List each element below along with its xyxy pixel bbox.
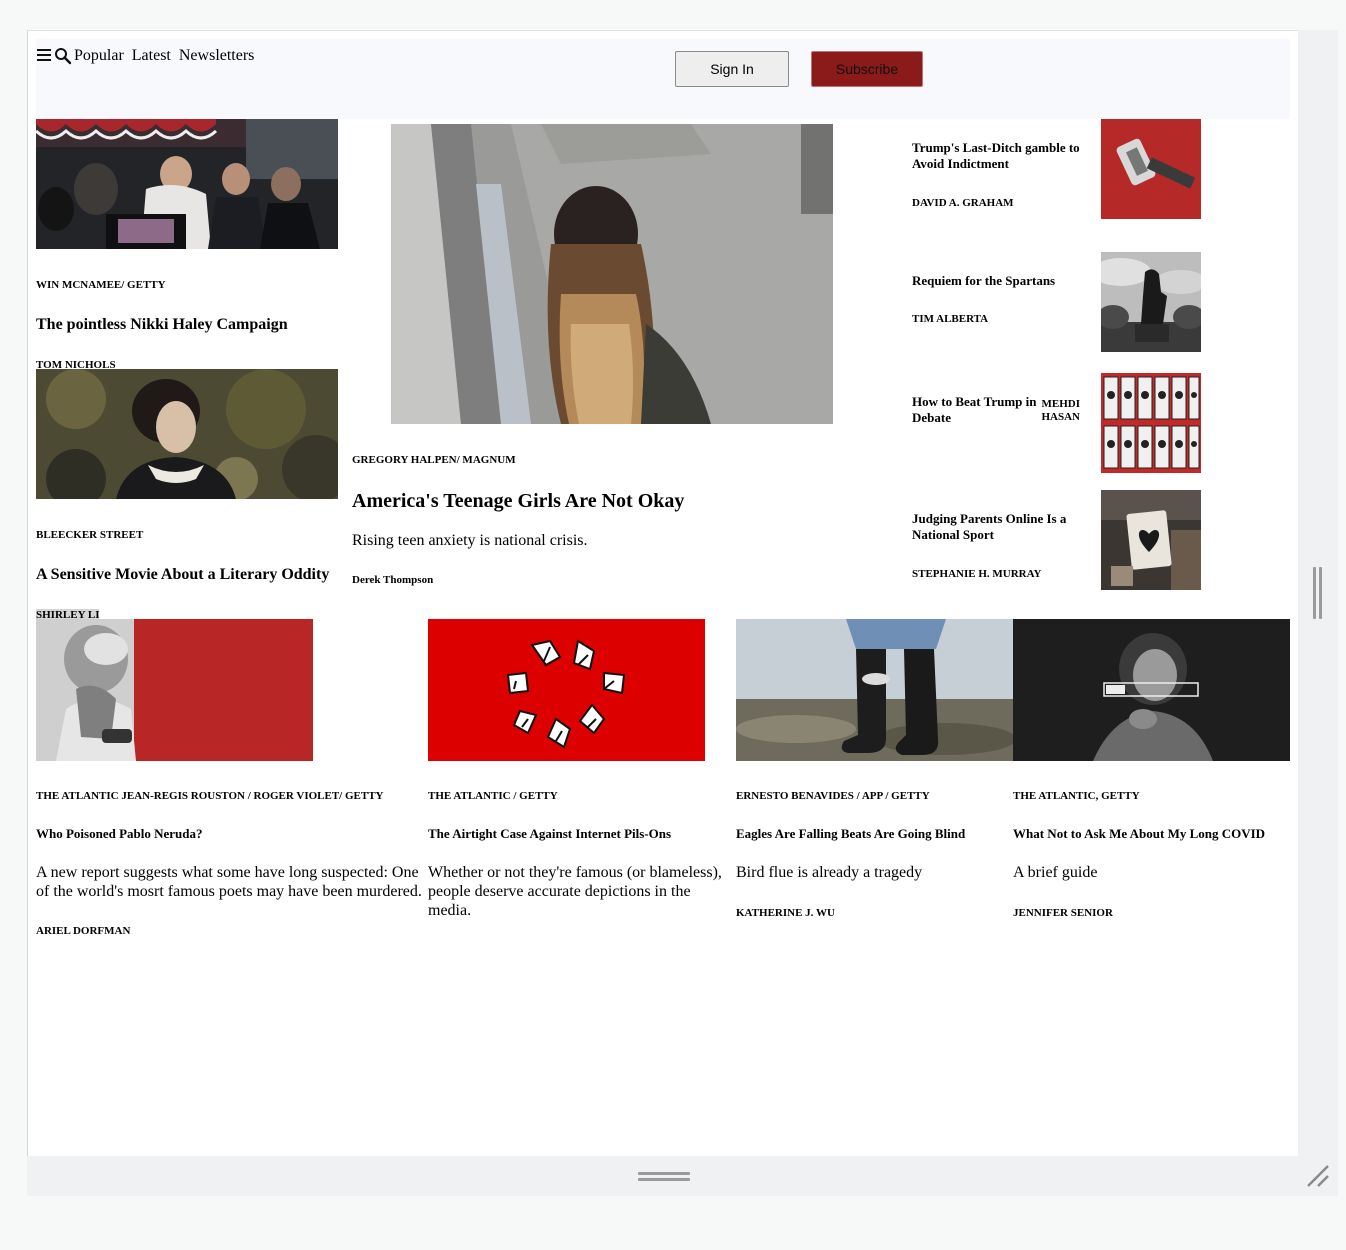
headline-link[interactable]: Judging Parents Online Is a National Spo… bbox=[912, 511, 1092, 543]
story-dek: A new report suggests what some have lon… bbox=[36, 864, 422, 900]
story-card-pile-ons[interactable]: THE ATLANTIC / GETTY The Airtight Case A… bbox=[428, 619, 728, 949]
nav-link-latest[interactable]: Latest bbox=[132, 47, 171, 64]
author-byline[interactable]: KATHERINE J. WU bbox=[736, 907, 835, 919]
headline-link[interactable]: Eagles Are Falling Beats Are Going Blind bbox=[736, 826, 965, 842]
nav-links: Popular Latest Newsletters bbox=[74, 47, 258, 65]
story-card-haley[interactable]: WIN MCNAMEE/ GETTY The pointless Nikki H… bbox=[36, 119, 338, 371]
headline-link[interactable]: Requiem for the Spartans bbox=[912, 273, 1092, 289]
site-header: Popular Latest Newsletters Sign In Subsc… bbox=[36, 39, 1290, 119]
sign-in-button[interactable]: Sign In bbox=[675, 51, 789, 87]
campaign-crowd-photo[interactable] bbox=[36, 119, 338, 249]
headline-link[interactable]: Who Poisoned Pablo Neruda? bbox=[36, 826, 203, 842]
image-credit: THE ATLANTIC JEAN-REGIS ROUSTON / ROGER … bbox=[36, 790, 384, 802]
story-dek: Bird flue is already a tragedy bbox=[736, 864, 923, 881]
author-byline[interactable]: STEPHANIE H. MURRAY bbox=[912, 568, 1041, 580]
vertical-resize-handle[interactable] bbox=[1313, 567, 1323, 619]
story-card-spartans[interactable]: Requiem for the Spartans TIM ALBERTA bbox=[912, 252, 1212, 352]
author-byline[interactable]: ARIEL DORFMAN bbox=[36, 925, 130, 937]
story-card-literary-movie[interactable]: BLEECKER STREET A Sensitive Movie About … bbox=[36, 369, 338, 621]
headline-link[interactable]: What Not to Ask Me About My Long COVID bbox=[1013, 826, 1265, 842]
rubber-boots-photo[interactable] bbox=[736, 619, 1013, 761]
teenage-girl-photo[interactable] bbox=[391, 124, 833, 424]
story-card-long-covid[interactable]: THE ATLANTIC, GETTY What Not to Ask Me A… bbox=[1013, 619, 1290, 949]
corner-resize-handle[interactable] bbox=[1302, 1160, 1334, 1192]
author-byline[interactable]: DAVID A. GRAHAM bbox=[912, 197, 1014, 209]
period-drama-woman-photo[interactable] bbox=[36, 369, 338, 499]
image-credit: BLEECKER STREET bbox=[36, 529, 144, 541]
subscribe-button[interactable]: Subscribe bbox=[811, 51, 923, 87]
image-credit: ERNESTO BENAVIDES / APP / GETTY bbox=[736, 790, 930, 802]
story-dek: Whether or not they're famous (or blamel… bbox=[428, 864, 722, 919]
heart-card-photo[interactable] bbox=[1101, 490, 1201, 590]
headline-link[interactable]: The pointless Nikki Haley Campaign bbox=[36, 316, 288, 334]
story-card-debate[interactable]: How to Beat Trump in Debate MEHDI HASAN bbox=[912, 373, 1212, 473]
feature-story-card[interactable]: GREGORY HALPEN/ MAGNUM America's Teenage… bbox=[352, 124, 872, 594]
spartan-statue-photo[interactable] bbox=[1101, 252, 1201, 352]
headline-link[interactable]: The Airtight Case Against Internet Pils-… bbox=[428, 826, 671, 842]
headline-link[interactable]: America's Teenage Girls Are Not Okay bbox=[352, 490, 684, 513]
image-credit: THE ATLANTIC / GETTY bbox=[428, 790, 558, 802]
image-credit: GREGORY HALPEN/ MAGNUM bbox=[352, 454, 516, 466]
headline-link[interactable]: Trump's Last-Ditch gamble to Avoid Indic… bbox=[912, 140, 1092, 172]
author-byline[interactable]: Derek Thompson bbox=[352, 574, 433, 586]
nav-link-newsletters[interactable]: Newsletters bbox=[179, 47, 255, 64]
story-dek: Rising teen anxiety is national crisis. bbox=[352, 532, 588, 549]
browser-viewport: Popular Latest Newsletters Sign In Subsc… bbox=[27, 30, 1299, 1157]
neruda-portrait-photo[interactable] bbox=[36, 619, 313, 761]
gavel-illustration[interactable] bbox=[1101, 119, 1201, 219]
image-credit: WIN MCNAMEE/ GETTY bbox=[36, 279, 166, 291]
search-icon[interactable] bbox=[54, 47, 72, 65]
author-byline[interactable]: MEHDI HASAN bbox=[1038, 398, 1080, 424]
nav-link-popular[interactable]: Popular bbox=[74, 47, 124, 64]
story-dek: A brief guide bbox=[1013, 864, 1098, 881]
loading-bar-woman-photo[interactable] bbox=[1013, 619, 1290, 761]
horizontal-resize-handle[interactable] bbox=[638, 1172, 690, 1184]
image-credit: THE ATLANTIC, GETTY bbox=[1013, 790, 1140, 802]
author-byline[interactable]: JENNIFER SENIOR bbox=[1013, 907, 1113, 919]
story-card-bird-flu[interactable]: ERNESTO BENAVIDES / APP / GETTY Eagles A… bbox=[736, 619, 1013, 949]
menu-icon[interactable] bbox=[37, 49, 51, 61]
story-card-trump-indictment[interactable]: Trump's Last-Ditch gamble to Avoid Indic… bbox=[912, 119, 1212, 219]
playing-cards-illustration[interactable] bbox=[1101, 373, 1201, 473]
pointing-hands-illustration[interactable] bbox=[428, 619, 705, 761]
headline-link[interactable]: How to Beat Trump in Debate bbox=[912, 394, 1044, 426]
headline-link[interactable]: A Sensitive Movie About a Literary Oddit… bbox=[36, 566, 329, 584]
story-card-judging-parents[interactable]: Judging Parents Online Is a National Spo… bbox=[912, 490, 1212, 590]
author-byline[interactable]: TIM ALBERTA bbox=[912, 313, 988, 325]
story-card-neruda[interactable]: THE ATLANTIC JEAN-REGIS ROUSTON / ROGER … bbox=[36, 619, 428, 949]
